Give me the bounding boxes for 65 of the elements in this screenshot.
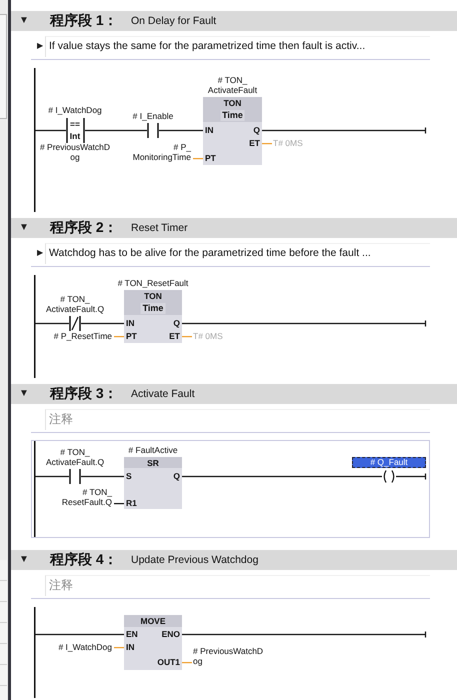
connection-line xyxy=(114,335,124,338)
comment-field[interactable]: 注释 xyxy=(45,409,430,430)
connection-line xyxy=(114,502,124,505)
pin-label: IN xyxy=(126,642,134,652)
operand-label[interactable]: # Q_Fault xyxy=(352,457,426,468)
network-title[interactable]: Activate Fault xyxy=(131,388,195,400)
operand-label: # I_Enable xyxy=(132,111,174,121)
operand-label: # TON_ ActivateFault.Q xyxy=(46,447,104,467)
collapse-toggle[interactable]: ▼ xyxy=(17,15,31,27)
instance-label: # TON_ ActivateFault xyxy=(208,75,258,95)
connection-line xyxy=(182,661,192,664)
operand-label: # PreviousWatchD og xyxy=(40,142,110,162)
instance-label: # FaultActive xyxy=(128,445,178,455)
connection-line xyxy=(182,335,192,338)
operand-label: # TON_ ResetFault.Q xyxy=(62,487,112,507)
network-number: 程序段 4： xyxy=(50,551,119,569)
expand-toggle[interactable]: ▶ xyxy=(37,248,43,257)
collapse-toggle[interactable]: ▼ xyxy=(17,388,31,400)
pin-label: IN xyxy=(126,318,134,328)
coil-symbol xyxy=(382,470,396,483)
pin-label: ENO xyxy=(162,629,180,639)
operand-label: T# 0MS xyxy=(193,331,223,341)
data-type-label: Int xyxy=(70,131,80,141)
network-title[interactable]: Reset Timer xyxy=(131,222,188,234)
operator-label: == xyxy=(70,119,80,129)
comment-field[interactable]: 注释 xyxy=(45,575,430,596)
comment-field[interactable]: Watchdog has to be alive for the parametrized time before the fault ... xyxy=(45,243,430,264)
network-number: 程序段 2： xyxy=(50,219,119,237)
operand-label: # TON_ ActivateFault.Q xyxy=(46,294,104,314)
operand-label: # P_ MonitoringTime xyxy=(132,142,191,162)
connection-line xyxy=(262,142,272,145)
connection-line xyxy=(193,157,203,160)
pin-label: R1 xyxy=(126,498,137,508)
pin-label: EN xyxy=(126,629,138,639)
expand-toggle[interactable]: ▶ xyxy=(37,41,43,50)
data-type-label: Time xyxy=(140,303,166,314)
pin-label: PT xyxy=(126,331,137,341)
operand-label: # PreviousWatchD og xyxy=(193,646,264,666)
instruction-name: MOVE xyxy=(139,616,167,626)
pin-label: ET xyxy=(249,138,260,148)
instruction-name: TON xyxy=(143,291,163,301)
instruction-name: SR xyxy=(146,458,160,468)
operand-label: # P_ResetTime xyxy=(54,331,112,341)
operand-label: T# 0MS xyxy=(273,138,303,148)
pin-label: IN xyxy=(205,125,214,135)
pin-label: Q xyxy=(173,318,180,328)
instruction-name: TON xyxy=(222,98,242,108)
comment-field[interactable]: If value stays the same for the parametrized time then fault is activ... xyxy=(45,36,430,57)
operand-label: # I_WatchDog xyxy=(48,105,102,115)
network-title[interactable]: On Delay for Fault xyxy=(131,15,216,27)
pin-label: PT xyxy=(205,153,216,163)
pin-label: OUT1 xyxy=(157,657,180,667)
operand-label: # I_WatchDog xyxy=(58,642,112,652)
instance-label: # TON_ResetFault xyxy=(118,278,188,288)
collapse-toggle[interactable]: ▼ xyxy=(17,222,31,234)
collapse-toggle[interactable]: ▼ xyxy=(17,554,31,566)
pin-label: S xyxy=(126,471,132,481)
pin-label: Q xyxy=(253,125,260,135)
network-title[interactable]: Update Previous Watchdog xyxy=(131,554,258,566)
pin-label: Q xyxy=(173,471,180,481)
network-number: 程序段 3： xyxy=(50,385,119,403)
pin-label: ET xyxy=(169,331,180,341)
data-type-label: Time xyxy=(220,110,245,121)
network-number: 程序段 1： xyxy=(50,12,119,30)
connection-line xyxy=(114,646,124,649)
